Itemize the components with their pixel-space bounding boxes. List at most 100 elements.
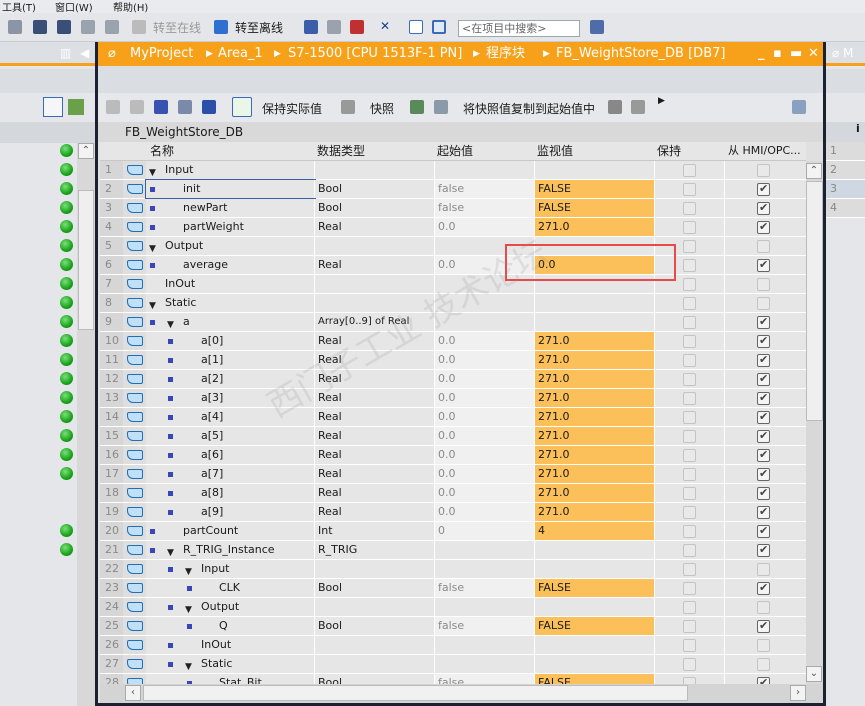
start-value-cell[interactable]: 0.0	[435, 465, 535, 483]
menu-tools[interactable]: 工具(T)	[2, 0, 36, 14]
reset-start-values-icon[interactable]	[154, 100, 168, 114]
name-cell[interactable]: a[2]	[146, 370, 315, 388]
name-cell[interactable]: ▼ Output	[146, 598, 315, 616]
vertical-scrollbar[interactable]: ⌃ ⌄	[806, 161, 823, 684]
start-value-cell[interactable]: 0	[435, 522, 535, 540]
compile-icon[interactable]	[8, 20, 22, 34]
settings-panel-icon[interactable]	[792, 100, 806, 114]
expand-all-icon[interactable]	[202, 100, 216, 114]
name-cell[interactable]: InOut	[146, 636, 315, 654]
export-icon[interactable]	[68, 99, 84, 115]
data-type-cell[interactable]: Bool	[315, 617, 435, 635]
row-number[interactable]: 23	[100, 579, 123, 597]
retain-checkbox[interactable]	[683, 430, 696, 443]
name-cell[interactable]: CLK	[146, 579, 315, 597]
hmi-accessible-checkbox[interactable]	[757, 256, 770, 274]
retain-checkbox[interactable]	[683, 221, 696, 234]
maximize-icon[interactable]: ▬	[790, 42, 802, 66]
retain-checkbox[interactable]	[683, 601, 696, 614]
split-vertical-icon[interactable]	[432, 20, 446, 34]
cross-reference-icon[interactable]: ✕	[380, 19, 390, 33]
name-cell[interactable]: a[0]	[146, 332, 315, 350]
hmi-accessible-checkbox[interactable]	[757, 541, 770, 559]
project-search-input[interactable]: <在项目中搜索>	[458, 20, 580, 37]
start-value-cell[interactable]: 0.0	[435, 351, 535, 369]
table-row[interactable]: 11 a[1] Real 0.0 271.0	[100, 351, 806, 370]
start-value-cell[interactable]: 0.0	[435, 370, 535, 388]
row-number[interactable]: 21	[100, 541, 123, 559]
go-offline-button[interactable]: 转至离线	[235, 19, 283, 36]
table-row[interactable]: 25 Q Bool false FALSE	[100, 617, 806, 636]
expand-triangle-icon[interactable]: ▼	[185, 563, 192, 578]
retain-checkbox[interactable]	[683, 354, 696, 367]
name-cell[interactable]: a[4]	[146, 408, 315, 426]
start-value-cell[interactable]	[435, 313, 535, 331]
start-value-cell[interactable]	[435, 598, 535, 616]
retain-checkbox[interactable]	[683, 259, 696, 272]
data-type-cell[interactable]: Bool	[315, 674, 435, 684]
hmi-accessible-checkbox[interactable]	[757, 180, 770, 198]
copy-snapshot-icon[interactable]	[410, 100, 424, 114]
row-number[interactable]: 12	[100, 370, 123, 388]
table-row[interactable]: 7 InOut	[100, 275, 806, 294]
retain-checkbox[interactable]	[683, 411, 696, 424]
load-start-values-icon[interactable]	[178, 100, 192, 114]
table-row[interactable]: 8 ▼ Static	[100, 294, 806, 313]
right-panel-row[interactable]: 2	[826, 161, 865, 180]
split-horizontal-icon[interactable]	[409, 20, 423, 34]
table-row[interactable]: 28 Stat_Bit Bool false FALSE	[100, 674, 806, 684]
start-value-cell[interactable]: 0.0	[435, 389, 535, 407]
expand-triangle-icon[interactable]: ▼	[167, 544, 174, 559]
data-type-cell[interactable]	[315, 294, 435, 312]
name-cell[interactable]: a[7]	[146, 465, 315, 483]
breadcrumb-cpu[interactable]: S7-1500 [CPU 1513F-1 PN]	[288, 42, 462, 66]
row-number[interactable]: 5	[100, 237, 123, 255]
hmi-accessible-checkbox[interactable]	[757, 579, 770, 597]
breadcrumb-project[interactable]: MyProject	[130, 42, 193, 66]
retain-checkbox[interactable]	[683, 639, 696, 652]
data-type-cell[interactable]: Real	[315, 332, 435, 350]
column-name[interactable]: 名称	[146, 142, 174, 160]
row-number[interactable]: 27	[100, 655, 123, 673]
copy-snapshot-to-start-button[interactable]: 将快照值复制到起始值中	[463, 100, 595, 117]
name-cell[interactable]: a[1]	[146, 351, 315, 369]
hmi-accessible-checkbox[interactable]	[757, 332, 770, 350]
column-start[interactable]: 起始值	[437, 142, 473, 160]
retain-checkbox[interactable]	[683, 297, 696, 310]
hmi-accessible-checkbox[interactable]	[757, 313, 770, 331]
row-number[interactable]: 25	[100, 617, 123, 635]
row-number[interactable]: 26	[100, 636, 123, 654]
data-type-cell[interactable]: Real	[315, 351, 435, 369]
horizontal-scrollbar[interactable]: ‹ ›	[100, 684, 823, 703]
scroll-right-button[interactable]: ›	[790, 685, 806, 701]
hmi-accessible-checkbox[interactable]	[757, 351, 770, 369]
hmi-accessible-checkbox[interactable]	[757, 639, 770, 652]
data-type-cell[interactable]	[315, 636, 435, 654]
start-cpu-icon[interactable]	[327, 20, 341, 34]
table-row[interactable]: 16 a[6] Real 0.0 271.0	[100, 446, 806, 465]
hmi-accessible-checkbox[interactable]	[757, 240, 770, 253]
expand-triangle-icon[interactable]: ▼	[167, 316, 174, 331]
accessible-devices-icon[interactable]	[304, 20, 318, 34]
start-value-cell[interactable]: 0.0	[435, 332, 535, 350]
name-cell[interactable]: a[3]	[146, 389, 315, 407]
start-value-cell[interactable]	[435, 161, 535, 179]
start-value-cell[interactable]: false	[435, 674, 535, 684]
table-row[interactable]: 20 partCount Int 0 4	[100, 522, 806, 541]
retain-checkbox[interactable]	[683, 202, 696, 215]
row-number[interactable]: 6	[100, 256, 123, 274]
snapshot-button[interactable]: 快照	[370, 100, 394, 117]
retain-checkbox[interactable]	[683, 392, 696, 405]
right-panel-row[interactable]: 3	[826, 180, 865, 199]
go-online-button[interactable]: 转至在线	[153, 19, 201, 36]
start-value-cell[interactable]	[435, 294, 535, 312]
name-cell[interactable]: average	[146, 256, 315, 274]
table-row[interactable]: 6 average Real 0.0 0.0	[100, 256, 806, 275]
data-type-cell[interactable]	[315, 598, 435, 616]
data-type-cell[interactable]	[315, 161, 435, 179]
hmi-accessible-checkbox[interactable]	[757, 446, 770, 464]
go-online-icon[interactable]	[132, 20, 146, 34]
data-type-cell[interactable]: Real	[315, 446, 435, 464]
column-hmi[interactable]: 从 HMI/OPC...	[728, 142, 801, 160]
hmi-accessible-checkbox[interactable]	[757, 199, 770, 217]
